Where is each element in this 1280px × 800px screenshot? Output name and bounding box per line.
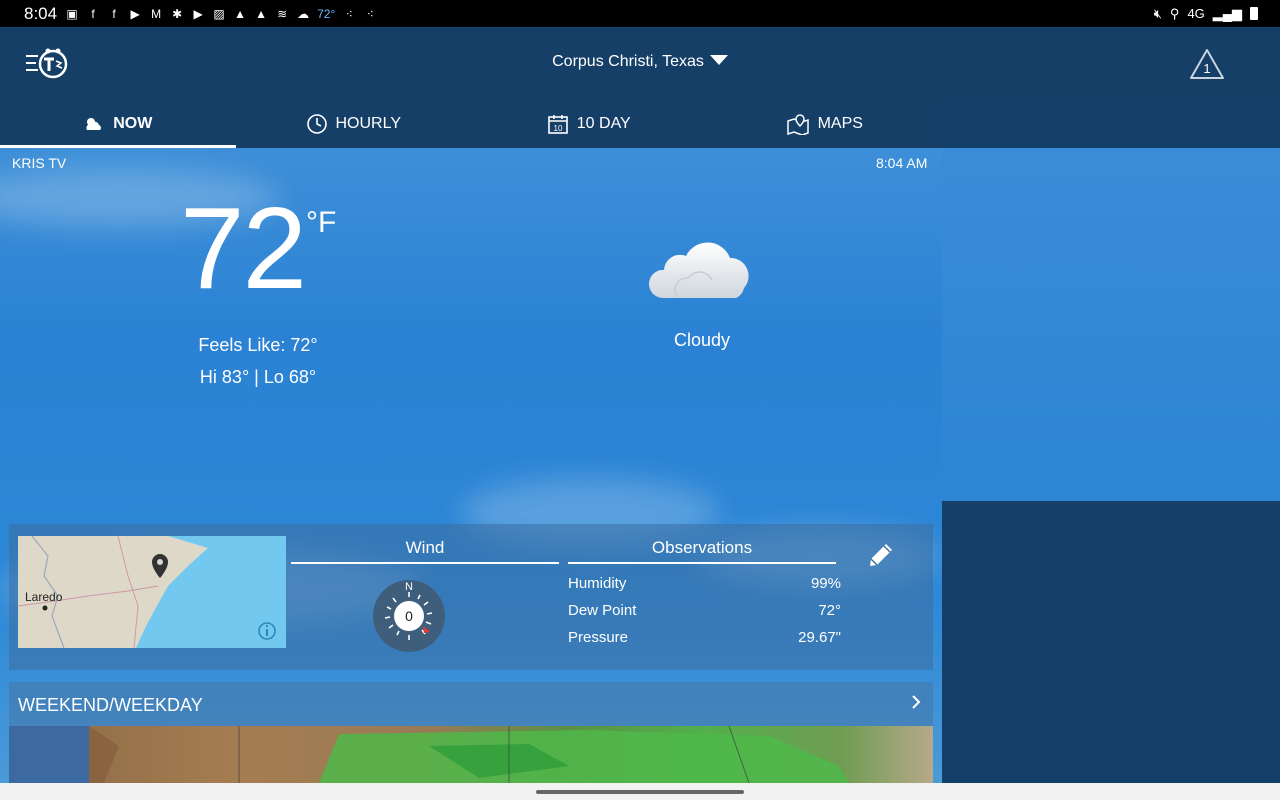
wind-speed: 0 — [405, 608, 413, 624]
wind-compass: N 0 — [373, 580, 445, 652]
youtube-icon: ▶ — [193, 6, 203, 21]
main-tabs: NOW HOURLY 10 10 DAY MAPS — [0, 100, 942, 148]
observation-label: Humidity — [568, 575, 627, 592]
station-name: KRIS TV — [12, 155, 67, 171]
temperature-unit: °F — [306, 206, 337, 239]
observation-row-humidity: Humidity 99% — [568, 575, 841, 592]
minimap-city-label: Laredo — [25, 590, 63, 604]
partly-cloudy-icon — [86, 118, 102, 130]
edit-pencil-icon[interactable] — [864, 538, 898, 572]
radar-graphic — [9, 726, 849, 783]
status-time: 8:04 — [24, 3, 58, 23]
tab-hourly[interactable]: HOURLY — [236, 100, 472, 148]
compass-north-label: N — [405, 581, 413, 593]
caret-down-icon — [709, 55, 728, 65]
calendar-icon-number: 10 — [553, 124, 562, 133]
cloud-icon — [648, 242, 749, 299]
image-icon: ▨ — [213, 6, 225, 21]
gmail-icon: M — [151, 6, 162, 21]
notification-icons: ▣ f f ▶ M ✱ ▶ ▨ ▲ ▲ ≋ ☁ 72° ⁖ ⁖ — [65, 7, 377, 21]
status-temp: 72° — [317, 6, 336, 21]
calendar-icon: 10 — [547, 115, 568, 134]
dots-icon: ⁖ — [345, 6, 353, 21]
home-gesture-handle[interactable] — [536, 790, 744, 794]
observation-row-pressure: Pressure 29.67" — [568, 629, 841, 646]
radar-map-preview[interactable] — [9, 726, 933, 783]
observation-value: 72° — [818, 602, 841, 619]
tab-maps-label: MAPS — [817, 115, 863, 132]
youtube-icon: ▶ — [130, 6, 140, 21]
location-selector[interactable]: Corpus Christi, Texas — [0, 53, 1280, 71]
observation-time: 8:04 AM — [876, 155, 928, 171]
location-minimap[interactable]: Laredo — [18, 536, 286, 648]
tab-maps[interactable]: MAPS — [707, 100, 943, 148]
feels-like: Feels Like: 72° — [198, 335, 318, 355]
observation-value: 29.67" — [798, 629, 841, 646]
clock-icon — [306, 114, 327, 134]
warning-icon: ▲ — [234, 6, 247, 21]
observation-row-dew-point: Dew Point 72° — [568, 602, 841, 619]
map-pin-icon — [786, 114, 809, 135]
condition-text: Cloudy — [673, 330, 731, 350]
location-icon: ⚲ — [1169, 5, 1180, 21]
warning-icon: ▲ — [255, 6, 268, 21]
app-notification-icon: ✱ — [172, 6, 183, 21]
side-background — [942, 148, 1280, 501]
cloud-icon: ☁ — [297, 6, 310, 21]
app-header: Corpus Christi, Texas 1 — [0, 27, 1280, 100]
observation-label: Pressure — [568, 629, 629, 646]
tab-10-day[interactable]: 10 10 DAY — [471, 100, 707, 148]
observations-title: Observations — [651, 538, 753, 557]
tab-now-label: NOW — [113, 115, 153, 132]
facebook-icon: f — [91, 6, 95, 21]
dots-icon: ⁖ — [366, 6, 374, 21]
network-type: 4G — [1187, 6, 1205, 21]
alert-count: 1 — [1203, 61, 1210, 76]
system-status-bar: 8:04 ▣ f f ▶ M ✱ ▶ ▨ ▲ ▲ ≋ ☁ 72° ⁖ ⁖ 🔇︎ … — [0, 0, 1280, 27]
observations-divider — [568, 562, 836, 564]
system-indicators: 🔇︎ ⚲ 4G ▂▄▆ — [1154, 0, 1258, 27]
weekend-weekday-card[interactable]: WEEKEND/WEEKDAY — [9, 682, 933, 726]
chevron-right-icon — [912, 695, 921, 709]
system-nav-bar — [0, 783, 1280, 800]
alert-triangle-icon[interactable]: 1 — [1188, 47, 1226, 81]
weekend-weekday-label: WEEKEND/WEEKDAY — [18, 695, 203, 715]
facebook-icon: f — [112, 6, 116, 21]
tab-10-day-label: 10 DAY — [576, 115, 631, 132]
app-notification-icon: ▣ — [66, 6, 78, 21]
hi-lo: Hi 83° | Lo 68° — [199, 367, 317, 387]
location-name: Corpus Christi, Texas — [552, 53, 704, 70]
wifi-icon: ≋ — [277, 6, 288, 21]
signal-icon: ▂▄▆ — [1212, 5, 1242, 21]
observation-value: 99% — [810, 575, 841, 592]
battery-icon — [1250, 7, 1258, 20]
wind-divider — [291, 562, 559, 564]
observation-label: Dew Point — [568, 602, 637, 619]
side-panel — [942, 501, 1280, 783]
current-temperature: 72 — [180, 183, 307, 313]
tab-hourly-label: HOURLY — [335, 115, 402, 132]
mute-icon: 🔇︎ — [1153, 5, 1162, 21]
wind-title: Wind — [405, 538, 445, 557]
tab-now[interactable]: NOW — [0, 100, 236, 148]
